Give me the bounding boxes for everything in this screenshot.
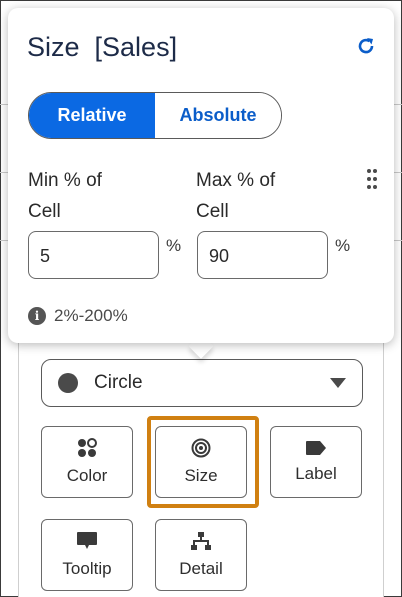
max-label-line1: Max % of [196,170,276,191]
size-popover: Size [Sales] Relative Absolute Min % of … [8,8,394,343]
min-label-line1: Min % of [28,170,102,191]
max-percent-unit: % [335,236,351,255]
detail-button[interactable]: Detail [155,519,247,591]
max-label-line2: Cell [196,201,229,222]
label-button-label: Label [295,464,337,483]
color-icon [78,438,97,457]
min-percent-input[interactable]: 5 [28,231,159,279]
min-percent-unit: % [166,236,182,255]
max-percent-label: Max % of Cell [196,165,275,227]
info-icon: i [28,307,46,325]
size-button-highlight [147,416,259,508]
min-percent-label: Min % of Cell [28,165,102,227]
absolute-option[interactable]: Absolute [155,93,281,138]
refresh-icon[interactable] [356,36,376,56]
label-icon [306,441,326,455]
detail-icon [191,532,211,550]
range-hint: i 2%-200% [28,306,128,326]
color-button-label: Color [66,466,108,485]
color-button[interactable]: Color [41,426,133,498]
tooltip-button[interactable]: Tooltip [41,519,133,591]
detail-button-label: Detail [179,559,223,578]
mark-type-value: Circle [94,372,143,393]
label-button[interactable]: Label [270,426,362,498]
chevron-down-icon [330,378,346,388]
max-percent-input[interactable]: 90 [197,231,328,279]
min-label-line2: Cell [28,201,61,222]
relative-option[interactable]: Relative [29,93,155,138]
mark-type-select[interactable]: Circle [41,359,363,407]
range-hint-text: 2%-200% [54,306,128,325]
relative-absolute-toggle[interactable]: Relative Absolute [28,92,282,139]
circle-icon [58,373,78,393]
tooltip-icon [77,532,97,549]
popover-title: Size [Sales] [27,32,178,62]
tooltip-button-label: Tooltip [62,559,112,578]
drag-handle-icon[interactable] [366,168,378,190]
